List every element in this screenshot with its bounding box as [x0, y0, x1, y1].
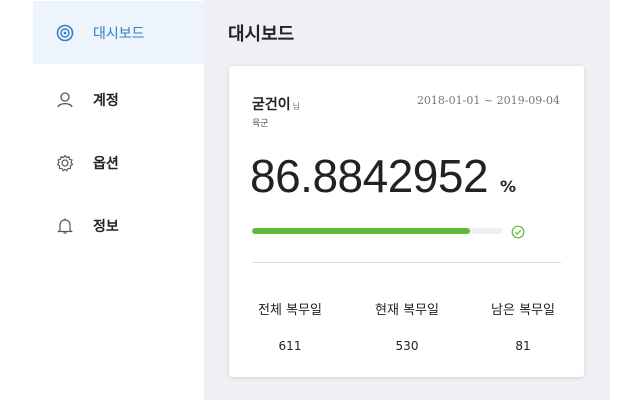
sidebar-footer-area — [33, 259, 204, 400]
service-period: 2018-01-01 ~ 2019-09-04 — [416, 94, 560, 107]
percent-sign: % — [500, 177, 517, 196]
card-divider — [252, 262, 561, 263]
bell-icon — [55, 216, 75, 236]
progress-percent-value: 86.8842952 — [250, 150, 489, 202]
main-content: 대시보드 굳건이 님 육군 2018-01-01 ~ 2019-09-04 86… — [204, 0, 610, 400]
sidebar-item-label: 옵션 — [93, 155, 119, 172]
user-name-row: 굳건이 님 — [252, 94, 300, 114]
dashboard-icon — [55, 23, 75, 43]
left-margin — [0, 0, 33, 400]
sidebar-item-label: 정보 — [93, 218, 119, 235]
service-card: 굳건이 님 육군 2018-01-01 ~ 2019-09-04 86.8842… — [229, 66, 584, 377]
stat-total-days: 전체 복무일 611 — [240, 299, 340, 353]
stat-remaining-days: 남은 복무일 81 — [473, 299, 573, 353]
sidebar-item-info[interactable]: 정보 — [33, 194, 204, 257]
stat-current-days: 현재 복무일 530 — [357, 299, 457, 353]
progress-bar-fill — [252, 228, 471, 234]
gear-icon — [55, 153, 75, 173]
user-icon — [55, 90, 75, 110]
stat-value: 530 — [395, 339, 419, 353]
stat-label: 현재 복무일 — [375, 303, 439, 318]
sidebar-item-options[interactable]: 옵션 — [33, 131, 204, 194]
sidebar: 대시보드 계정 옵션 정보 — [33, 0, 204, 259]
stat-value: 611 — [278, 339, 302, 353]
military-branch: 육군 — [252, 119, 269, 129]
check-circle-icon — [511, 224, 525, 239]
sidebar-item-label: 계정 — [93, 92, 119, 109]
stat-label: 전체 복무일 — [258, 303, 322, 318]
progress-percent-row: 86.8842952 % — [250, 149, 516, 203]
sidebar-item-dashboard[interactable]: 대시보드 — [33, 1, 204, 64]
stat-label: 남은 복무일 — [491, 303, 555, 318]
sidebar-item-account[interactable]: 계정 — [33, 68, 204, 131]
stat-value: 81 — [515, 339, 531, 353]
right-margin — [610, 0, 640, 400]
sidebar-item-label: 대시보드 — [93, 25, 145, 42]
user-name: 굳건이 — [252, 97, 291, 113]
page-title: 대시보드 — [228, 24, 295, 45]
progress-bar — [252, 228, 503, 234]
user-honorific: 님 — [292, 102, 301, 111]
